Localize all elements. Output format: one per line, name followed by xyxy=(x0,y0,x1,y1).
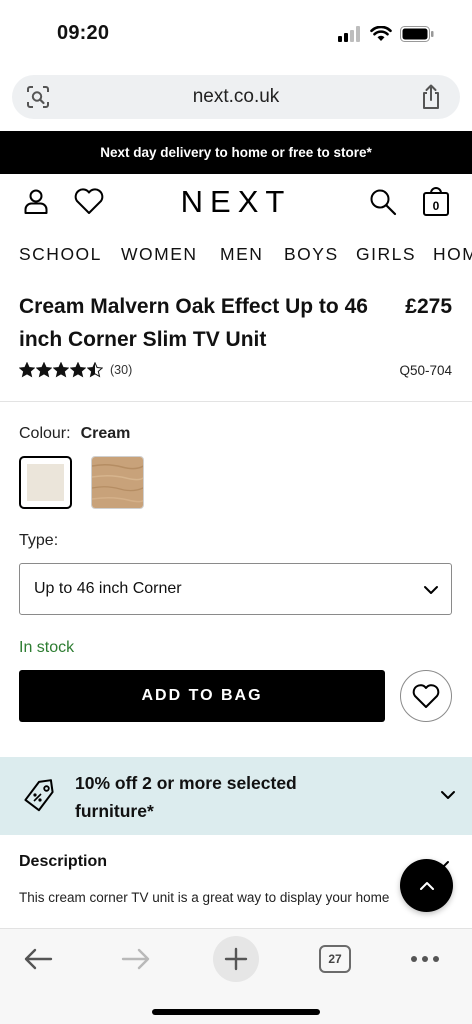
colour-label-text: Colour: xyxy=(19,425,71,442)
next-logo[interactable]: NEXT xyxy=(0,184,472,220)
forward-icon[interactable] xyxy=(120,939,152,979)
wifi-icon xyxy=(370,26,392,41)
oak-texture xyxy=(92,457,143,508)
description-heading[interactable]: Description xyxy=(19,853,107,871)
url-bar[interactable]: next.co.uk xyxy=(12,75,460,119)
nav-item-school[interactable]: SCHOOL xyxy=(19,244,102,265)
nav-item-girls[interactable]: GIRLS xyxy=(356,244,416,265)
status-bar: 09:20 xyxy=(0,0,472,62)
url-text[interactable]: next.co.uk xyxy=(12,86,460,108)
add-to-bag-button[interactable]: ADD TO BAG xyxy=(19,670,385,722)
delivery-promo-banner[interactable]: Next day delivery to home or free to sto… xyxy=(0,131,472,174)
review-count[interactable]: (30) xyxy=(110,363,132,377)
nav-item-men[interactable]: MEN xyxy=(220,244,263,265)
star-icon xyxy=(53,362,69,378)
home-indicator xyxy=(152,1009,320,1015)
tab-count-button[interactable]: 27 xyxy=(319,945,351,973)
rating-stars xyxy=(19,362,103,378)
chevron-down-icon xyxy=(440,787,456,808)
offer-text: 10% off 2 or more selected furniture* xyxy=(75,773,297,821)
share-icon[interactable] xyxy=(420,84,442,115)
product-rating[interactable]: (30) xyxy=(19,362,132,378)
star-icon xyxy=(19,362,35,378)
search-icon[interactable] xyxy=(368,187,398,222)
new-tab-button[interactable] xyxy=(213,936,259,982)
bag-count: 0 xyxy=(433,199,440,213)
stock-status: In stock xyxy=(19,639,75,656)
chevron-up-icon xyxy=(419,881,434,890)
product-title-line-2: inch Corner Slim TV Unit xyxy=(19,328,267,351)
colour-value: Cream xyxy=(80,425,131,442)
section-divider xyxy=(0,401,472,402)
add-to-favourites-button[interactable] xyxy=(400,670,452,722)
heart-icon xyxy=(412,684,440,708)
furniture-offer[interactable]: 10% off 2 or more selected furniture* xyxy=(0,757,472,835)
back-icon[interactable] xyxy=(22,939,54,979)
type-select-value: Up to 46 inch Corner xyxy=(34,580,182,597)
plus-icon xyxy=(224,947,248,971)
site-header: NEXT 0 xyxy=(0,174,472,230)
status-icons xyxy=(338,26,434,42)
chevron-down-icon xyxy=(423,582,439,603)
colour-swatch-cream[interactable] xyxy=(19,456,72,509)
colour-label: Colour: Cream xyxy=(19,425,130,443)
type-select[interactable]: Up to 46 inch Corner xyxy=(19,563,452,615)
category-nav: SCHOOL WOMEN MEN BOYS GIRLS HOME xyxy=(0,232,472,276)
type-label: Type: xyxy=(19,532,59,549)
scroll-to-top-button[interactable] xyxy=(400,859,453,912)
description-text: This cream corner TV unit is a great way… xyxy=(19,890,390,905)
battery-icon xyxy=(400,26,434,42)
nav-item-boys[interactable]: BOYS xyxy=(284,244,339,265)
product-price: £275 xyxy=(405,295,452,318)
nav-item-home[interactable]: HOME xyxy=(433,244,472,265)
status-time: 09:20 xyxy=(57,22,110,44)
nav-item-women[interactable]: WOMEN xyxy=(121,244,198,265)
product-title: Cream Malvern Oak Effect Up to 46 inch C… xyxy=(19,290,384,356)
star-icon xyxy=(70,362,86,378)
more-options-icon[interactable] xyxy=(408,939,442,979)
offer-tag-icon xyxy=(22,779,56,818)
product-code: Q50-704 xyxy=(399,363,452,378)
cellular-signal-icon xyxy=(338,26,360,42)
star-icon xyxy=(36,362,52,378)
swatch-fill xyxy=(27,464,64,501)
shopping-bag-icon[interactable]: 0 xyxy=(421,185,451,222)
colour-swatch-oak[interactable] xyxy=(91,456,144,509)
star-icon xyxy=(87,362,103,378)
product-title-line-1: Cream Malvern Oak Effect Up to 46 xyxy=(19,295,368,318)
